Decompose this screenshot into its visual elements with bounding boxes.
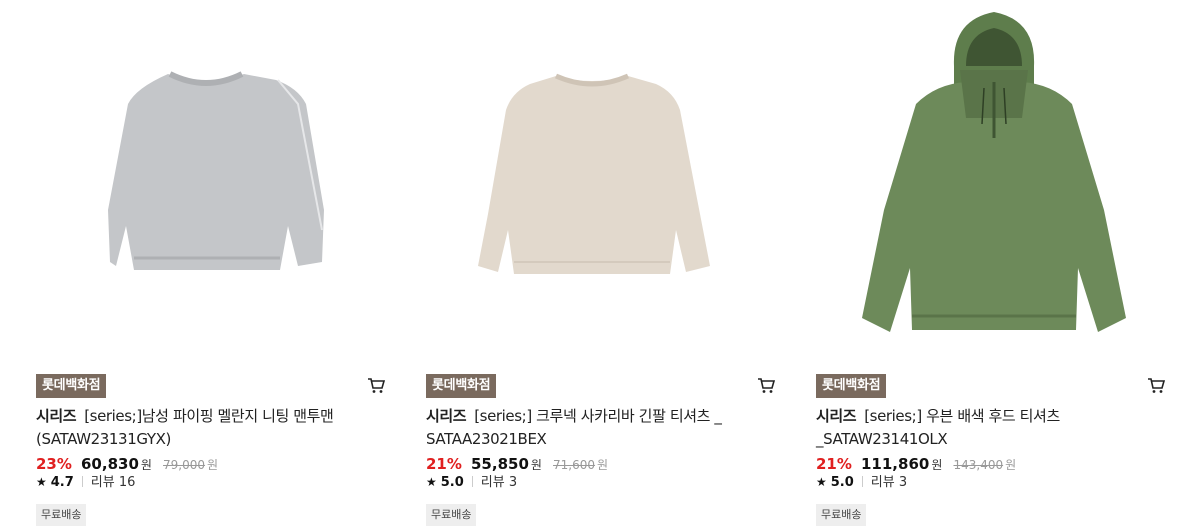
price-row: 21% 55,850 원 71,600 원 [426,454,608,474]
cart-icon[interactable] [756,375,776,395]
star-icon: ★ [426,475,437,489]
review-count: 리뷰 16 [90,475,136,490]
brand-name: 시리즈 [426,407,467,425]
discount-rate: 21% [426,455,462,473]
sale-price: 60,830 [81,455,139,473]
original-currency: 원 [1005,458,1017,472]
rating-value: 5.0 [830,475,854,490]
divider [861,476,863,487]
product-name-line2: (SATAW23131GYX) [36,430,171,448]
product-image-longsleeve[interactable] [426,0,782,358]
rating-row: ★ 4.7 리뷰 16 [36,473,135,491]
product-title[interactable]: 시리즈 [series;]남성 파이핑 멜란지 니팅 맨투맨 (SATAW2313… [36,405,376,451]
discount-rate: 21% [816,455,852,473]
divider [471,476,473,487]
discount-rate: 23% [36,455,72,473]
cart-icon[interactable] [1146,375,1166,395]
review-count: 리뷰 3 [870,475,908,490]
divider [81,476,83,487]
rating-value: 4.7 [50,475,74,490]
original-price: 79,000 [163,458,206,472]
product-card[interactable]: 롯데백화점 시리즈 [series;] 우븐 배색 후드 티셔츠 _SATAW23… [816,0,1172,530]
original-currency: 원 [597,458,609,472]
review-count: 리뷰 3 [480,475,518,490]
rating-row: ★ 5.0 리뷰 3 [426,473,517,491]
product-title[interactable]: 시리즈 [series;] 우븐 배색 후드 티셔츠 _SATAW23141OLX [816,405,1156,451]
sale-price: 55,850 [471,455,529,473]
original-currency: 원 [207,458,219,472]
rating-row: ★ 5.0 리뷰 3 [816,473,907,491]
free-shipping-tag: 무료배송 [36,504,87,526]
product-name-line2: SATAA23021BEX [426,430,547,448]
product-title[interactable]: 시리즈 [series;] 크루넥 사카리바 긴팔 티셔츠 _ SATAA2302… [426,405,766,451]
currency: 원 [931,458,943,472]
free-shipping-tag: 무료배송 [426,504,477,526]
original-price: 143,400 [953,458,1004,472]
product-name-line1: [series;] 크루넥 사카리바 긴팔 티셔츠 _ [474,407,722,425]
rating-value: 5.0 [440,475,464,490]
product-image-hoodie[interactable] [816,0,1172,358]
price-row: 21% 111,860 원 143,400 원 [816,454,1016,474]
currency: 원 [530,458,542,472]
product-name-line2: _SATAW23141OLX [816,430,948,448]
sale-price: 111,860 [861,455,930,473]
product-name-line1: [series;] 우븐 배색 후드 티셔츠 [864,407,1060,425]
cart-icon[interactable] [366,375,386,395]
star-icon: ★ [816,475,827,489]
star-icon: ★ [36,475,47,489]
product-name-line1: [series;]남성 파이핑 멜란지 니팅 맨투맨 [84,407,334,425]
price-row: 23% 60,830 원 79,000 원 [36,454,218,474]
product-image-sweatshirt[interactable] [36,0,392,358]
free-shipping-tag: 무료배송 [816,504,867,526]
store-badge: 롯데백화점 [816,374,887,398]
brand-name: 시리즈 [36,407,77,425]
currency: 원 [140,458,152,472]
product-card[interactable]: 롯데백화점 시리즈 [series;] 크루넥 사카리바 긴팔 티셔츠 _ SAT… [426,0,782,530]
store-badge: 롯데백화점 [36,374,107,398]
store-badge: 롯데백화점 [426,374,497,398]
product-card[interactable]: 롯데백화점 시리즈 [series;]남성 파이핑 멜란지 니팅 맨투맨 (SAT… [36,0,392,530]
brand-name: 시리즈 [816,407,857,425]
original-price: 71,600 [553,458,596,472]
